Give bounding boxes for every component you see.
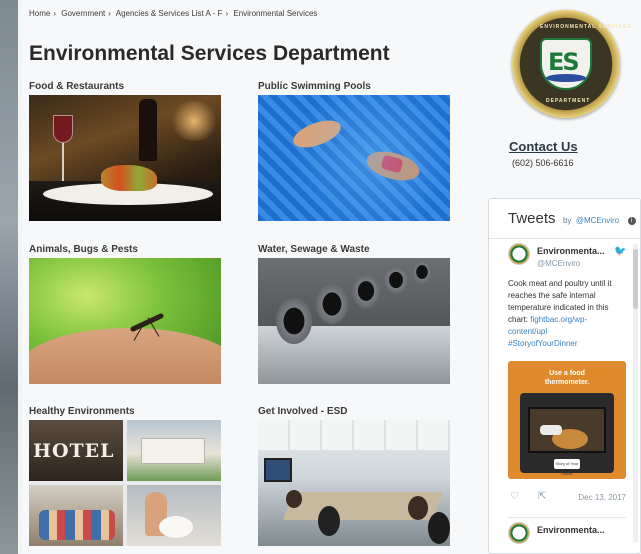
tweets-widget[interactable]: Tweets by @MCEnviro i Environmenta... @M… <box>488 198 641 554</box>
media-caption-line-2: thermometer. <box>544 379 590 386</box>
card-animals-bugs-pests[interactable]: Animals, Bugs & Pests <box>29 244 221 384</box>
healthy-collage-image[interactable]: HOTEL <box>29 420 221 546</box>
tweet-date[interactable]: Dec 13, 2017 <box>578 493 626 502</box>
oven-illustration: Story of Your Dinner <box>520 393 614 476</box>
tweet-item: Environmenta... <box>508 517 626 544</box>
mosquito-image[interactable] <box>29 258 221 384</box>
card-label[interactable]: Get Involved - ESD <box>258 406 450 420</box>
food-image[interactable] <box>29 95 221 221</box>
card-label[interactable]: Water, Sewage & Waste <box>258 244 450 258</box>
logo-ring-text: ENVIRONMENTAL SERVICES <box>540 24 632 30</box>
breadcrumb-separator: › <box>225 9 229 18</box>
pipes-image[interactable] <box>258 258 450 384</box>
contact-phone: (602) 506-6616 <box>512 158 574 168</box>
card-label[interactable]: Animals, Bugs & Pests <box>29 244 221 258</box>
media-caption: Use a food thermometer. <box>508 369 626 387</box>
breadcrumb-agencies[interactable]: Agencies & Services List A - F <box>116 9 223 18</box>
logo-ring-text-bottom: DEPARTMENT <box>546 98 591 104</box>
avatar[interactable] <box>508 522 530 544</box>
tweets-by: by <box>562 216 572 225</box>
scroll-thumb[interactable] <box>633 249 638 309</box>
page-title: Environmental Services Department <box>29 42 390 65</box>
card-healthy-environments[interactable]: Healthy Environments HOTEL <box>29 406 221 546</box>
card-get-involved[interactable]: Get Involved - ESD <box>258 406 450 546</box>
tweet-author-name[interactable]: Environmenta... <box>537 525 605 535</box>
meeting-image[interactable] <box>258 420 450 546</box>
breadcrumb-separator: › <box>53 9 57 18</box>
breadcrumb-separator: › <box>108 9 111 18</box>
card-water-sewage-waste[interactable]: Water, Sewage & Waste <box>258 244 450 384</box>
heart-icon[interactable]: ♡ <box>510 491 519 502</box>
breadcrumb-current: Environmental Services <box>233 9 318 18</box>
logo-shield: ES <box>540 38 592 90</box>
twitter-bird-icon[interactable]: 🐦 <box>614 247 626 257</box>
contact-us-link[interactable]: Contact Us <box>509 139 578 154</box>
card-label[interactable]: Healthy Environments <box>29 406 221 420</box>
breadcrumb-home[interactable]: Home <box>29 9 50 18</box>
card-label[interactable]: Food & Restaurants <box>29 81 221 95</box>
tweet-author-name[interactable]: Environmenta... <box>537 246 605 256</box>
info-icon[interactable]: i <box>627 217 636 225</box>
avatar[interactable] <box>508 243 530 265</box>
tweet-author-handle[interactable]: @MCEnviro <box>537 259 580 268</box>
tweets-header: Tweets by @MCEnviro i <box>489 199 640 239</box>
pool-image[interactable] <box>258 95 450 221</box>
tweet-actions: ♡ ⇱ Dec 13, 2017 <box>508 491 626 505</box>
logo-letters: ES <box>548 48 580 76</box>
card-swimming-pools[interactable]: Public Swimming Pools <box>258 81 450 221</box>
tweet-text: Cook meat and poultry until it reaches t… <box>508 278 626 350</box>
breadcrumb: Home › Government › Agencies & Services Li… <box>29 9 319 18</box>
tweets-handle-link[interactable]: @MCEnviro <box>576 216 619 225</box>
breadcrumb-government[interactable]: Government <box>61 9 105 18</box>
story-badge: Story of Your Dinner <box>554 459 580 476</box>
tweet-media-image[interactable]: Use a food thermometer. Story of Your Di… <box>508 361 626 479</box>
tweets-title: Tweets <box>508 210 556 227</box>
esd-logo: ENVIRONMENTAL SERVICES ES DEPARTMENT <box>512 10 631 118</box>
tweet-hashtag[interactable]: #StoryofYourDinner <box>508 339 578 348</box>
media-caption-line-1: Use a food <box>549 370 585 377</box>
tweets-scrollbar[interactable] <box>633 243 638 543</box>
card-label[interactable]: Public Swimming Pools <box>258 81 450 95</box>
card-food-restaurants[interactable]: Food & Restaurants <box>29 81 221 221</box>
hotel-sign-text: HOTEL <box>33 440 115 462</box>
share-icon[interactable]: ⇱ <box>538 491 546 502</box>
